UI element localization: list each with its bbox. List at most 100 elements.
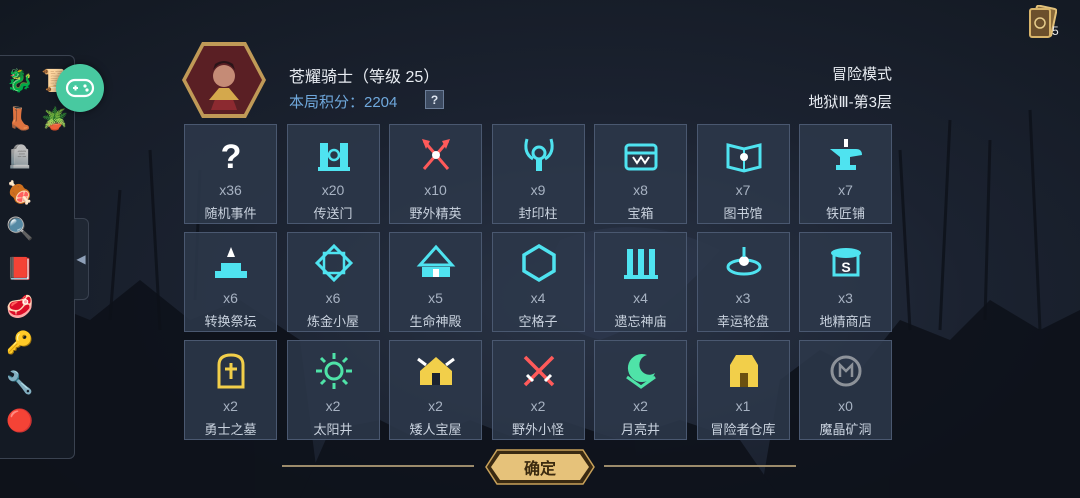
tile-crossed-swords[interactable]: x2 野外小怪 (491, 340, 585, 440)
tile-crossed-axes[interactable]: x10 野外精英 (389, 124, 482, 224)
tile-name: 冒险者仓库 (710, 422, 776, 437)
tile-question[interactable]: ? x36 随机事件 (184, 124, 277, 224)
magnifier-icon[interactable]: 🔍 (5, 214, 35, 244)
score-label: 本局积分：2204 (289, 94, 398, 111)
spellbook-icon[interactable]: 📕 (5, 254, 35, 284)
tile-sun-well[interactable]: x2 太阳井 (286, 340, 380, 440)
tile-name: 空格子 (518, 314, 558, 329)
pot-icon[interactable]: 🪴 (40, 104, 70, 134)
tile-name: 矮人宝屋 (409, 422, 462, 437)
crossed-swords-icon (519, 351, 559, 391)
tile-temple[interactable]: x5 生命神殿 (389, 232, 482, 332)
chest-icon (621, 135, 661, 175)
tile-count: x4 (530, 290, 546, 306)
dragon-icon[interactable]: 🐉 (5, 66, 35, 96)
roulette-icon (724, 243, 764, 283)
tile-book[interactable]: x7 图书馆 (696, 124, 790, 224)
mode-label: 冒险模式 (831, 66, 892, 83)
tile-alchemy[interactable]: x6 炼金小屋 (286, 232, 380, 332)
tile-name: 遗忘神庙 (614, 314, 667, 329)
dwarf-house-icon (416, 351, 456, 391)
meat-icon[interactable]: 🍖 (5, 178, 35, 208)
tile-name: 生命神殿 (409, 314, 462, 329)
tile-moon-well[interactable]: x2 月亮井 (594, 340, 687, 440)
tile-count: x6 (325, 290, 341, 306)
sun-well-icon (314, 351, 354, 391)
tile-crystal-mine[interactable]: x0 魔晶矿洞 (799, 340, 892, 440)
eye-orb-icon[interactable]: 🔴 (5, 406, 35, 436)
pliers-icon[interactable]: 🔧 (5, 368, 35, 398)
tile-altar[interactable]: x6 转换祭坛 (184, 232, 277, 332)
tile-name: 铁匠铺 (825, 206, 865, 221)
tile-shrine[interactable]: x4 遗忘神庙 (594, 232, 687, 332)
sidebar-collapse-button[interactable]: ◀ (74, 218, 89, 300)
tile-name: 炼金小屋 (306, 314, 359, 329)
tile-hexagon[interactable]: x4 空格子 (491, 232, 585, 332)
steak-icon[interactable]: 🥩 (5, 292, 35, 322)
card-deck-button[interactable] (1027, 4, 1073, 39)
tile-count: x2 (223, 398, 238, 414)
tile-name: 幸运轮盘 (716, 314, 769, 329)
tile-count: x20 (321, 182, 345, 198)
tile-count: x7 (735, 182, 751, 198)
tile-name: 勇士之墓 (204, 422, 257, 437)
chevron-left-icon: ◀ (76, 252, 86, 266)
tombstone-plus-icon[interactable]: 🪦 (5, 142, 35, 172)
tile-count: x1 (735, 398, 751, 414)
hero-portrait[interactable] (181, 40, 267, 120)
tile-anvil[interactable]: x7 铁匠铺 (799, 124, 892, 224)
tile-count: x2 (428, 398, 443, 414)
tile-chest[interactable]: x8 宝箱 (594, 124, 687, 224)
altar-icon (211, 243, 251, 283)
gamepad-icon (65, 78, 95, 98)
hero-name: 苍耀骑士（等级 25） (289, 69, 440, 86)
confirm-label: 确定 (523, 461, 556, 478)
svg-text:S: S (841, 259, 850, 275)
confirm-button[interactable]: 确定 (485, 449, 595, 485)
confirm-divider-left (282, 465, 474, 467)
gamepad-button[interactable] (56, 64, 104, 112)
tile-dwarf-house[interactable]: x2 矮人宝屋 (389, 340, 482, 440)
tile-count: x10 (424, 182, 447, 198)
hexagon-icon (519, 243, 559, 283)
key-icon[interactable]: 🔑 (5, 328, 35, 358)
alchemy-icon (314, 243, 354, 283)
tile-count: x2 (633, 398, 648, 414)
score-help-button[interactable]: ? (425, 90, 444, 109)
tile-count: x2 (325, 398, 341, 414)
tile-name: 太阳井 (313, 422, 353, 437)
tile-name: 转换祭坛 (204, 314, 257, 329)
item-sidebar: 🐉 📜 👢 🪴 🪦 🍖 🔍 📕 🥩 🔑 🔧 🔴 (0, 55, 75, 459)
tile-name: 魔晶矿洞 (819, 422, 872, 437)
tile-count: x2 (530, 398, 546, 414)
tile-count: x7 (838, 182, 853, 198)
tile-count: x3 (735, 290, 751, 306)
seal-pillar-icon (519, 135, 559, 175)
tile-count: x3 (838, 290, 853, 306)
tile-name: 月亮井 (620, 422, 660, 437)
map-summary-grid: ? x36 随机事件 x20 传送门 x10 野外精英 x9 封印柱 x8 宝箱 x7 图书馆 x7 铁匠铺… (184, 124, 894, 440)
tile-count: x9 (530, 182, 546, 198)
moon-well-icon (621, 351, 661, 391)
tile-tomb[interactable]: x2 勇士之墓 (184, 340, 277, 440)
book-icon (724, 135, 764, 175)
tile-name: 地精商店 (819, 314, 872, 329)
tile-roulette[interactable]: x3 幸运轮盘 (696, 232, 790, 332)
boot-icon[interactable]: 👢 (5, 104, 35, 134)
tile-name: 传送门 (313, 206, 353, 221)
tile-shop[interactable]: Sx3 地精商店 (799, 232, 892, 332)
anvil-icon (826, 135, 866, 175)
tile-count: x4 (633, 290, 648, 306)
portal-icon (314, 135, 354, 175)
temple-icon (416, 243, 456, 283)
tile-name: 宝箱 (627, 206, 654, 221)
tile-count: x8 (633, 182, 648, 198)
tile-seal-pillar[interactable]: x9 封印柱 (491, 124, 585, 224)
tile-warehouse[interactable]: x1 冒险者仓库 (696, 340, 790, 440)
tomb-icon (211, 351, 251, 391)
tile-name: 封印柱 (518, 206, 558, 221)
tile-portal[interactable]: x20 传送门 (286, 124, 380, 224)
shrine-icon (621, 243, 661, 283)
tile-count: x36 (219, 182, 242, 198)
tile-count: x0 (838, 398, 853, 414)
